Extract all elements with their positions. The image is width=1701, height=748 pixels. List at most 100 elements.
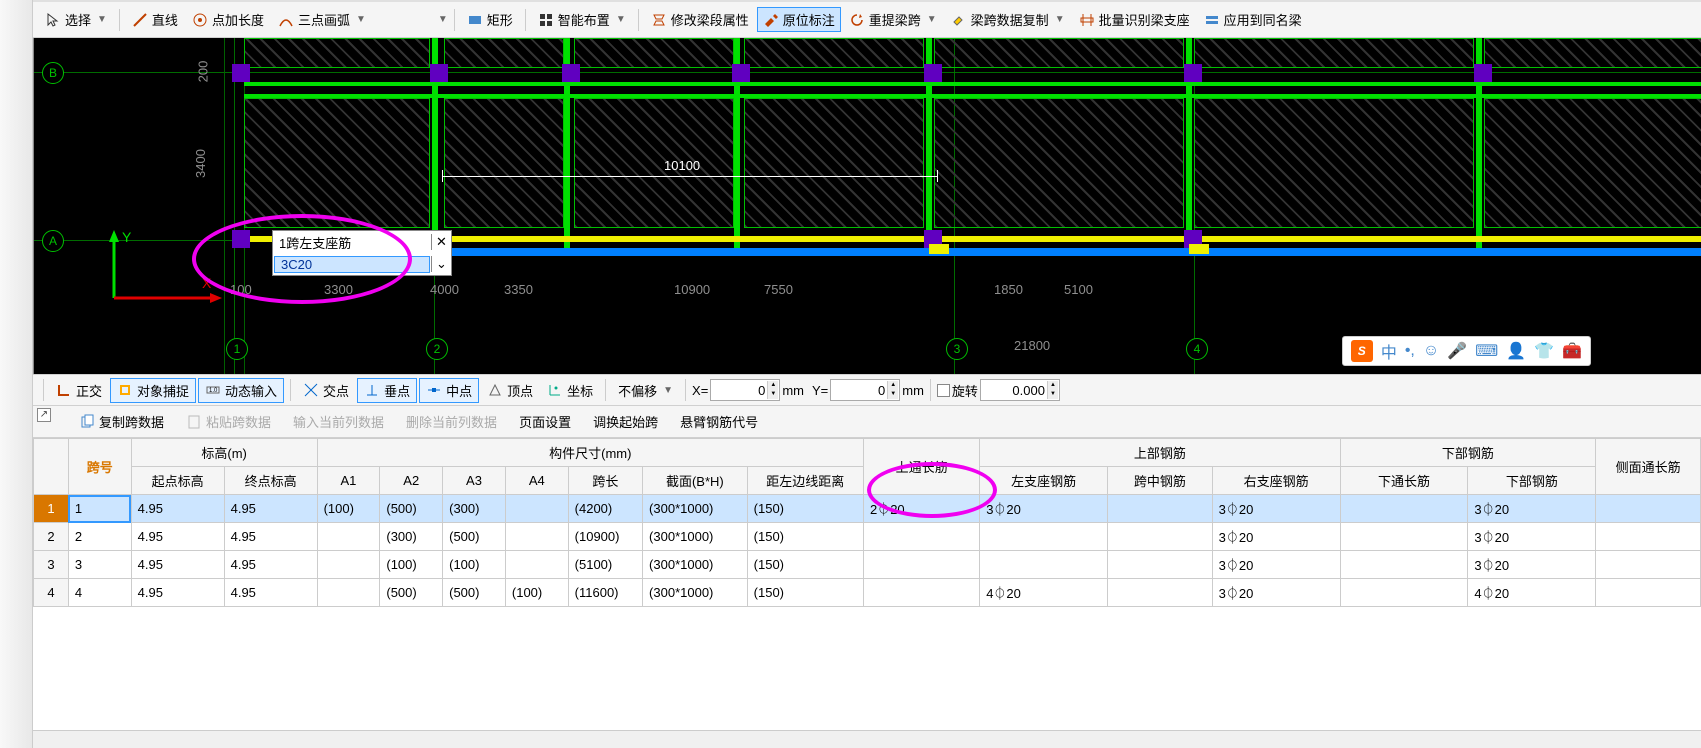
table-cell[interactable]: 3⏀20 (1468, 523, 1596, 551)
table-cell[interactable]: (5100) (568, 551, 642, 579)
table-cell[interactable]: 4⏀20 (980, 579, 1108, 607)
table-cell[interactable] (980, 551, 1108, 579)
ime-keyboard-icon[interactable]: ⌨ (1475, 341, 1498, 361)
table-cell[interactable] (1596, 495, 1701, 523)
table-cell[interactable]: (300*1000) (643, 551, 748, 579)
table-cell[interactable]: 4.95 (131, 523, 224, 551)
table-cell[interactable]: (150) (747, 495, 863, 523)
table-cell[interactable]: 4.95 (224, 495, 317, 523)
line-button[interactable]: 直线 (126, 7, 184, 32)
th-span-no[interactable]: 跨号 (68, 439, 131, 495)
table-cell[interactable]: (11600) (568, 579, 642, 607)
table-cell[interactable]: 4.95 (224, 551, 317, 579)
expand-panel-icon[interactable]: ↗ (37, 408, 51, 422)
table-row[interactable]: 334.954.95(100)(100)(5100)(300*1000)(150… (34, 551, 1701, 579)
ime-emoji-icon[interactable]: ☺ (1423, 342, 1439, 360)
th-a1[interactable]: A1 (317, 467, 380, 495)
table-row[interactable]: 114.954.95(100)(500)(300)(4200)(300*1000… (34, 495, 1701, 523)
table-cell[interactable] (863, 551, 979, 579)
th-right-support[interactable]: 右支座钢筋 (1212, 467, 1340, 495)
table-cell[interactable] (317, 579, 380, 607)
table-cell[interactable]: 3 (68, 551, 131, 579)
in-place-label-button[interactable]: 原位标注 (757, 7, 841, 32)
popup-close-button[interactable]: ✕ (431, 234, 451, 250)
dynamic-input-button[interactable]: 1.0 动态输入 (198, 378, 284, 403)
table-cell[interactable]: 3⏀20 (980, 495, 1108, 523)
delete-col-button[interactable]: 删除当前列数据 (400, 409, 503, 434)
table-cell[interactable] (863, 523, 979, 551)
th-bottom-rebar[interactable]: 下部钢筋 (1340, 439, 1596, 467)
th-top-long[interactable]: 上通长筋 (863, 439, 979, 495)
table-cell[interactable]: 3 (34, 551, 69, 579)
rect-button[interactable]: 矩形 (461, 7, 519, 32)
drawing-canvas[interactable]: 10100 100 3300 4000 3350 10900 7550 1850… (33, 38, 1701, 374)
table-cell[interactable]: (300) (443, 495, 506, 523)
table-cell[interactable]: (300) (380, 523, 443, 551)
rotate-input[interactable]: 0.000▲▼ (980, 379, 1060, 401)
table-cell[interactable] (980, 523, 1108, 551)
table-cell[interactable]: 2 (68, 523, 131, 551)
table-row[interactable]: 224.954.95(300)(500)(10900)(300*1000)(15… (34, 523, 1701, 551)
copy-span-data-button[interactable]: 梁跨数据复制 ▼ (945, 7, 1071, 32)
vertex-button[interactable]: 顶点 (481, 378, 539, 403)
th-a4[interactable]: A4 (505, 467, 568, 495)
ime-lang[interactable]: 中 (1381, 339, 1397, 363)
table-cell[interactable] (317, 551, 380, 579)
table-cell[interactable]: 2⏀20 (863, 495, 979, 523)
perp-button[interactable]: 垂点 (357, 378, 417, 403)
th-bottom-long[interactable]: 下通长筋 (1340, 467, 1468, 495)
cantilever-button[interactable]: 悬臂钢筋代号 (674, 409, 764, 434)
ime-toolbar[interactable]: S 中 •, ☺ 🎤 ⌨ 👤 👕 🧰 (1342, 336, 1591, 366)
th-dimensions[interactable]: 构件尺寸(mm) (317, 439, 863, 467)
th-elevation[interactable]: 标高(m) (131, 439, 317, 467)
th-a2[interactable]: A2 (380, 467, 443, 495)
table-cell[interactable] (1596, 579, 1701, 607)
table-cell[interactable]: 3⏀20 (1468, 551, 1596, 579)
offset-mode-dropdown[interactable]: 不偏移 ▼ (612, 378, 679, 403)
object-snap-button[interactable]: 对象捕捉 (110, 378, 196, 403)
table-cell[interactable] (1340, 579, 1468, 607)
three-point-arc-button[interactable]: 三点画弧 ▼ (272, 7, 372, 32)
table-cell[interactable]: (300*1000) (643, 495, 748, 523)
page-setup-button[interactable]: 页面设置 (513, 409, 577, 434)
table-cell[interactable]: 4 (34, 579, 69, 607)
table-cell[interactable]: 2 (34, 523, 69, 551)
intersect-button[interactable]: 交点 (297, 378, 355, 403)
ortho-button[interactable]: 正交 (50, 378, 108, 403)
modify-beam-button[interactable]: 修改梁段属性 (645, 7, 755, 32)
th-span-len[interactable]: 跨长 (568, 467, 642, 495)
table-cell[interactable]: 4.95 (131, 551, 224, 579)
table-cell[interactable]: (500) (443, 523, 506, 551)
table-row[interactable]: 444.954.95(500)(500)(100)(11600)(300*100… (34, 579, 1701, 607)
table-cell[interactable]: 3⏀20 (1212, 523, 1340, 551)
copy-span-data-button[interactable]: 复制跨数据 (73, 409, 170, 434)
table-cell[interactable]: (100) (505, 579, 568, 607)
th-start-elev[interactable]: 起点标高 (131, 467, 224, 495)
table-cell[interactable]: (4200) (568, 495, 642, 523)
mid-button[interactable]: 中点 (419, 378, 479, 403)
table-cell[interactable]: 4.95 (224, 579, 317, 607)
table-cell[interactable] (1108, 579, 1213, 607)
th-a3[interactable]: A3 (443, 467, 506, 495)
table-cell[interactable] (1596, 523, 1701, 551)
table-cell[interactable]: (500) (380, 495, 443, 523)
th-left-support[interactable]: 左支座钢筋 (980, 467, 1108, 495)
table-cell[interactable] (1340, 551, 1468, 579)
dropdown-icon[interactable]: ▼ (438, 14, 448, 25)
table-cell[interactable]: 4.95 (224, 523, 317, 551)
th-mid-span[interactable]: 跨中钢筋 (1108, 467, 1213, 495)
re-span-button[interactable]: 重提梁跨 ▼ (843, 7, 943, 32)
table-cell[interactable] (1108, 551, 1213, 579)
rebar-input[interactable]: 3C20 (274, 256, 430, 273)
ime-skin-icon[interactable]: 👕 (1534, 341, 1554, 361)
swap-start-button[interactable]: 调换起始跨 (587, 409, 664, 434)
th-section[interactable]: 截面(B*H) (643, 467, 748, 495)
table-cell[interactable] (317, 523, 380, 551)
th-bottom-steel[interactable]: 下部钢筋 (1468, 467, 1596, 495)
table-cell[interactable]: (100) (443, 551, 506, 579)
table-cell[interactable]: 1 (68, 495, 131, 523)
table-cell[interactable]: 3⏀20 (1468, 495, 1596, 523)
ime-punct-icon[interactable]: •, (1405, 342, 1415, 360)
table-cell[interactable]: (100) (380, 551, 443, 579)
y-input[interactable]: 0▲▼ (830, 379, 900, 401)
